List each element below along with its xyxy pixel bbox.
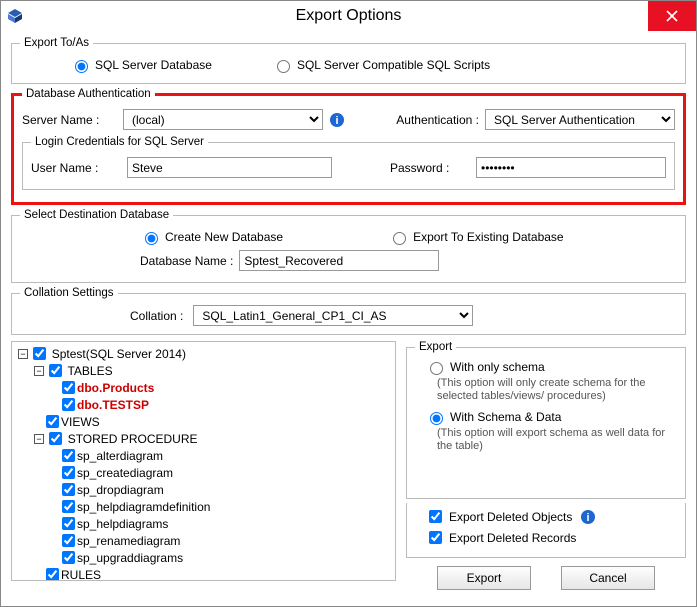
info-icon[interactable]: i [329, 112, 345, 128]
tree-check-item[interactable] [62, 449, 75, 462]
authentication-label: Authentication : [396, 113, 479, 127]
tree-check-item[interactable] [62, 398, 75, 411]
cancel-button[interactable]: Cancel [561, 566, 655, 590]
export-options-legend: Export [415, 341, 456, 353]
login-credentials-legend: Login Credentials for SQL Server [31, 136, 208, 148]
tree-check-item[interactable] [62, 483, 75, 496]
server-name-select[interactable]: (local) [123, 109, 323, 130]
tree-item-label: dbo.TESTSP [77, 398, 149, 412]
tree-item-label: sp_helpdiagramdefinition [77, 500, 210, 514]
radio-sql-server-db-label: SQL Server Database [95, 58, 212, 72]
destination-database-group: Select Destination Database Create New D… [11, 209, 686, 283]
collation-settings-group: Collation Settings Collation : SQL_Latin… [11, 287, 686, 335]
checkbox-export-deleted-records[interactable] [429, 531, 442, 544]
username-input[interactable] [127, 157, 332, 178]
radio-sql-scripts-input[interactable] [277, 60, 290, 73]
tree-root-label: Sptest(SQL Server 2014) [52, 347, 186, 361]
radio-with-only-schema[interactable]: With only schema [425, 359, 677, 375]
export-to-as-legend: Export To/As [20, 37, 93, 49]
database-authentication-group: Database Authentication Server Name : (l… [11, 88, 686, 205]
tree-views-label: VIEWS [61, 415, 100, 429]
radio-with-schema-data-label: With Schema & Data [450, 410, 561, 424]
tree-check-rules[interactable] [46, 568, 59, 581]
tree-check-item[interactable] [62, 500, 75, 513]
radio-with-only-schema-label: With only schema [450, 360, 545, 374]
tree-check-stored[interactable] [49, 432, 62, 445]
svg-text:i: i [587, 512, 590, 524]
tree-item-label: sp_helpdiagrams [77, 517, 168, 531]
tree-toggle-root[interactable]: − [18, 349, 28, 359]
radio-with-schema-data-input[interactable] [430, 412, 443, 425]
radio-sql-server-db-input[interactable] [75, 60, 88, 73]
svg-text:i: i [335, 115, 338, 127]
tree-tables-label: TABLES [67, 364, 112, 378]
export-options-group: Export With only schema (This option wil… [406, 341, 686, 499]
close-button[interactable] [648, 1, 696, 31]
database-name-label: Database Name : [140, 254, 233, 268]
app-icon [7, 8, 23, 24]
tree-toggle-tables[interactable]: − [34, 366, 44, 376]
radio-create-new-db-input[interactable] [145, 232, 158, 245]
radio-sql-scripts[interactable]: SQL Server Compatible SQL Scripts [272, 57, 490, 73]
close-icon [666, 10, 678, 22]
authentication-select[interactable]: SQL Server Authentication [485, 109, 675, 130]
schema-only-hint: (This option will only create schema for… [437, 377, 677, 403]
tree-check-item[interactable] [62, 534, 75, 547]
tree-check-item[interactable] [62, 551, 75, 564]
radio-create-new-db[interactable]: Create New Database [140, 229, 283, 245]
tree-rules-label: RULES [61, 568, 101, 581]
password-label: Password : [390, 161, 470, 175]
tree-item-label: dbo.Products [77, 381, 154, 395]
object-tree[interactable]: − Sptest(SQL Server 2014) − TABLES dbo.P… [11, 341, 396, 581]
tree-item-label: sp_upgraddiagrams [77, 551, 183, 565]
tree-item-label: sp_dropdiagram [77, 483, 164, 497]
tree-item-label: sp_renamediagram [77, 534, 180, 548]
tree-item-label: sp_creatediagram [77, 466, 173, 480]
info-icon[interactable]: i [580, 509, 596, 525]
tree-check-tables[interactable] [49, 364, 62, 377]
destination-database-legend: Select Destination Database [20, 209, 173, 221]
radio-create-new-db-label: Create New Database [165, 230, 283, 244]
radio-with-schema-data[interactable]: With Schema & Data [425, 409, 677, 425]
radio-sql-scripts-label: SQL Server Compatible SQL Scripts [297, 58, 490, 72]
radio-export-existing-db-input[interactable] [393, 232, 406, 245]
tree-check-item[interactable] [62, 381, 75, 394]
tree-stored-label: STORED PROCEDURE [68, 432, 198, 446]
export-button[interactable]: Export [437, 566, 531, 590]
checkbox-export-deleted-objects[interactable] [429, 510, 442, 523]
database-name-input[interactable] [239, 250, 439, 271]
username-label: User Name : [31, 161, 121, 175]
window-title: Export Options [296, 7, 402, 25]
export-deleted-objects-label: Export Deleted Objects [449, 510, 572, 524]
collation-label: Collation : [130, 309, 183, 323]
password-input[interactable] [476, 157, 666, 178]
database-authentication-legend: Database Authentication [22, 88, 155, 100]
login-credentials-group: Login Credentials for SQL Server User Na… [22, 136, 675, 190]
tree-check-item[interactable] [62, 517, 75, 530]
collation-settings-legend: Collation Settings [20, 287, 118, 299]
schema-data-hint: (This option will export schema as well … [437, 427, 677, 453]
titlebar: Export Options [1, 1, 696, 31]
server-name-label: Server Name : [22, 113, 117, 127]
tree-check-views[interactable] [46, 415, 59, 428]
export-deleted-records-label: Export Deleted Records [449, 531, 576, 545]
radio-sql-server-db[interactable]: SQL Server Database [70, 57, 212, 73]
radio-export-existing-db-label: Export To Existing Database [413, 230, 564, 244]
tree-check-item[interactable] [62, 466, 75, 479]
tree-toggle-stored[interactable]: − [34, 434, 44, 444]
tree-item-label: sp_alterdiagram [77, 449, 163, 463]
tree-check-root[interactable] [33, 347, 46, 360]
radio-with-only-schema-input[interactable] [430, 362, 443, 375]
export-options-window: Export Options Export To/As SQL Server D… [0, 0, 697, 607]
export-deleted-group: Export Deleted Objects i Export Deleted … [406, 503, 686, 558]
export-to-as-group: Export To/As SQL Server Database SQL Ser… [11, 37, 686, 84]
collation-select[interactable]: SQL_Latin1_General_CP1_CI_AS [193, 305, 473, 326]
radio-export-existing-db[interactable]: Export To Existing Database [388, 229, 564, 245]
